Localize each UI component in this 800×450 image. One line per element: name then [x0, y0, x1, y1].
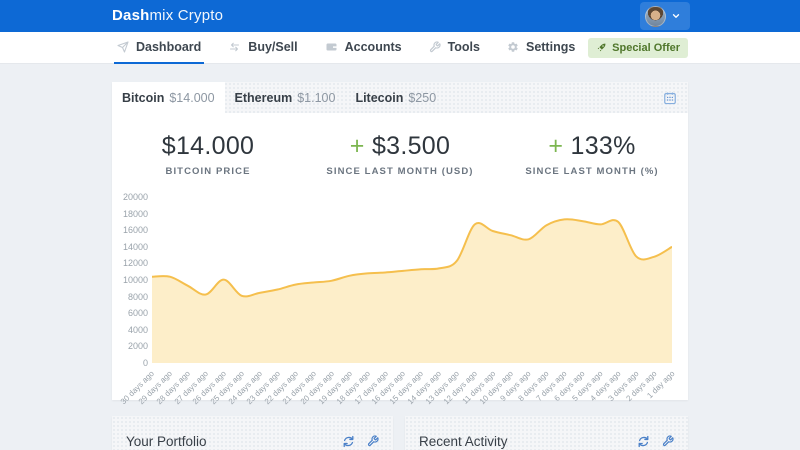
stat-label: SINCE LAST MONTH (USD)	[326, 166, 473, 177]
recent-activity-card: Recent Activity	[405, 416, 688, 450]
tab-coin-price: $1.100	[297, 91, 335, 105]
paper-plane-icon	[117, 41, 129, 53]
wallet-icon	[325, 41, 338, 53]
tab-coin-name: Litecoin	[355, 91, 403, 105]
tab-coin-price: $250	[408, 91, 436, 105]
nav-item-label: Tools	[448, 40, 480, 54]
stat-number: $14.000	[162, 132, 254, 160]
rocket-icon	[596, 42, 607, 53]
price-overview-card: Bitcoin $14.000 Ethereum $1.100 Litecoin $250…	[112, 82, 688, 400]
coin-tabs: Bitcoin $14.000 Ethereum $1.100 Litecoin $250	[112, 82, 688, 113]
stats-row: $14.000 BITCOIN PRICE + $3.500 SINCE LAST M…	[112, 113, 688, 190]
special-offer-button[interactable]: Special Offer	[588, 38, 688, 58]
top-bar: Dashmix Crypto	[0, 0, 800, 32]
brand-logo[interactable]: Dashmix Crypto	[112, 0, 223, 32]
stat-value: $14.000	[162, 132, 254, 161]
stat-value: + 133%	[548, 132, 635, 161]
brand-rest: mix Crypto	[149, 7, 223, 24]
y-axis-tick: 10000	[112, 275, 148, 285]
y-axis-tick: 16000	[112, 225, 148, 235]
y-axis-tick: 14000	[112, 242, 148, 252]
price-chart: 0 2000 4000 6000 8000 10000 12000 14000 16000 180…	[112, 190, 688, 396]
card-header: Your Portfolio	[112, 416, 393, 450]
y-axis-tick: 20000	[112, 192, 148, 202]
chevron-down-icon	[672, 12, 680, 20]
nav-item-label: Dashboard	[136, 40, 201, 54]
stat-label: SINCE LAST MONTH (%)	[525, 166, 658, 177]
y-axis-tick: 18000	[112, 209, 148, 219]
gear-icon	[507, 41, 519, 53]
tab-coin-name: Bitcoin	[122, 91, 164, 105]
nav-item-buysell[interactable]: Buy/Sell	[225, 32, 300, 64]
y-axis-tick: 8000	[112, 292, 148, 302]
nav-item-label: Buy/Sell	[248, 40, 297, 54]
card-header: Recent Activity	[405, 416, 688, 450]
plus-sign: +	[350, 132, 365, 160]
portfolio-card: Your Portfolio	[112, 416, 393, 450]
tab-litecoin[interactable]: Litecoin $250	[345, 82, 446, 113]
stat-label: BITCOIN PRICE	[165, 166, 250, 177]
calendar-icon[interactable]	[663, 91, 677, 105]
plus-sign: +	[548, 132, 563, 160]
y-axis-tick: 12000	[112, 258, 148, 268]
nav-item-label: Settings	[526, 40, 575, 54]
y-axis-tick: 2000	[112, 341, 148, 351]
card-title: Recent Activity	[419, 434, 508, 449]
card-actions	[637, 435, 674, 448]
nav-item-tools[interactable]: Tools	[426, 32, 483, 64]
user-avatar	[645, 6, 666, 27]
tab-coin-price: $14.000	[169, 91, 214, 105]
refresh-icon[interactable]	[342, 435, 355, 448]
chart-area-fill	[152, 219, 672, 363]
wrench-icon[interactable]	[662, 435, 674, 448]
refresh-icon[interactable]	[637, 435, 650, 448]
tab-ethereum[interactable]: Ethereum $1.100	[225, 82, 346, 113]
stat-number: $3.500	[372, 132, 450, 160]
stat-value: + $3.500	[350, 132, 450, 161]
nav-item-settings[interactable]: Settings	[504, 32, 578, 64]
y-axis-tick: 0	[112, 358, 148, 368]
wrench-icon[interactable]	[367, 435, 379, 448]
special-offer-label: Special Offer	[612, 42, 680, 54]
card-actions	[342, 435, 379, 448]
stat-1: + $3.500 SINCE LAST MONTH (USD)	[304, 113, 496, 190]
nav-items: Dashboard Buy/Sell Accounts Tools Settings	[114, 32, 578, 64]
tab-coin-name: Ethereum	[235, 91, 293, 105]
y-axis-tick: 4000	[112, 325, 148, 335]
stat-number: 133%	[571, 132, 636, 160]
swap-arrows-icon	[228, 41, 241, 53]
y-axis-tick: 6000	[112, 308, 148, 318]
brand-bold: Dash	[112, 7, 149, 24]
nav-item-accounts[interactable]: Accounts	[322, 32, 405, 64]
stat-2: + 133% SINCE LAST MONTH (%)	[496, 113, 688, 190]
stat-0: $14.000 BITCOIN PRICE	[112, 113, 304, 190]
tab-bitcoin[interactable]: Bitcoin $14.000	[112, 82, 225, 113]
card-title: Your Portfolio	[126, 434, 207, 449]
price-chart-svg	[152, 197, 672, 363]
main-nav: Dashboard Buy/Sell Accounts Tools Settings S…	[0, 32, 800, 64]
user-menu-button[interactable]	[640, 2, 690, 30]
nav-item-label: Accounts	[345, 40, 402, 54]
nav-item-dashboard[interactable]: Dashboard	[114, 32, 204, 64]
wrench-icon	[429, 41, 441, 53]
